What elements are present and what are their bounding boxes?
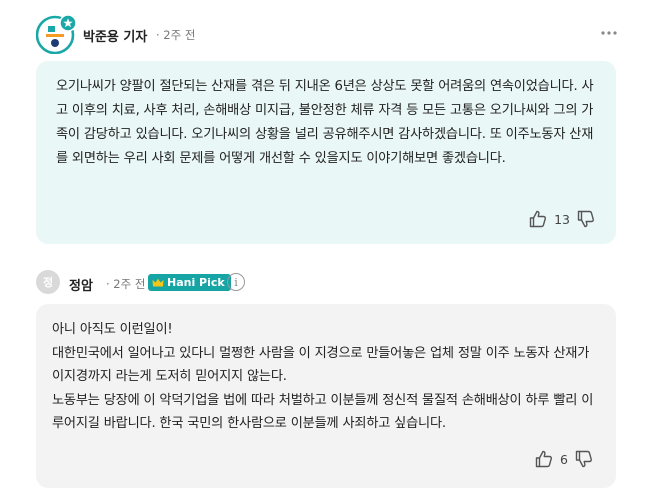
reporter-avatar[interactable]: [35, 14, 77, 55]
thumbs-down-icon: [577, 210, 594, 228]
like-button[interactable]: [528, 209, 548, 229]
comment-2-bubble: 아니 아직도 이런일이! 대한민국에서 일어나고 있다니 멀쩡한 사람을 이 지…: [36, 304, 616, 488]
comment-1-text: 오기나씨가 양팔이 절단되는 산재를 겪은 뒤 지내온 6년은 상상도 못할 어…: [56, 79, 594, 166]
thumbs-up-icon: [535, 450, 553, 468]
comment-2-header: 정 정암 · 2주 전 Hani Pick i: [36, 270, 626, 296]
dislike-button[interactable]: [574, 449, 594, 469]
crown-icon: [152, 278, 164, 286]
avatar[interactable]: 정: [36, 270, 60, 294]
comment-timestamp: · 2주 전: [156, 28, 196, 42]
comment-1-header: 박준용 기자 · 2주 전: [35, 14, 626, 55]
comment-author[interactable]: 박준용 기자: [83, 26, 147, 45]
comment-1-bubble: 오기나씨가 양팔이 절단되는 산재를 겪은 뒤 지내온 6년은 상상도 못할 어…: [36, 61, 616, 244]
more-options-button[interactable]: [600, 24, 618, 42]
comment-author[interactable]: 정암: [69, 275, 93, 294]
comment-1-votes: 13: [528, 208, 596, 230]
info-icon[interactable]: i: [227, 273, 245, 291]
reporter-logo-icon: [35, 14, 77, 55]
badge-label: Hani Pick: [167, 276, 225, 289]
like-button[interactable]: [534, 449, 554, 469]
comment-2-votes: 6: [534, 448, 594, 470]
comment-timestamp: · 2주 전: [106, 277, 146, 291]
hani-pick-badge: Hani Pick: [148, 274, 231, 291]
like-count: 13: [554, 211, 570, 227]
comment-line: 대한민국에서 일어나고 있다니 멀쩡한 사람을 이 지경으로 만들어놓은 업체 …: [52, 345, 590, 385]
more-dots-icon: [601, 31, 617, 35]
comment-2-text: 아니 아직도 이런일이! 대한민국에서 일어나고 있다니 멀쩡한 사람을 이 지…: [52, 318, 600, 436]
comment-line: 노동부는 당장에 이 악덕기업을 법에 따라 처벌하고 이분들께 정신적 물질적…: [52, 392, 594, 432]
dislike-button[interactable]: [576, 209, 596, 229]
thumbs-down-icon: [575, 450, 592, 468]
comment-line: 아니 아직도 이런일이!: [52, 322, 173, 337]
thumbs-up-icon: [529, 210, 547, 228]
like-count: 6: [560, 451, 568, 467]
